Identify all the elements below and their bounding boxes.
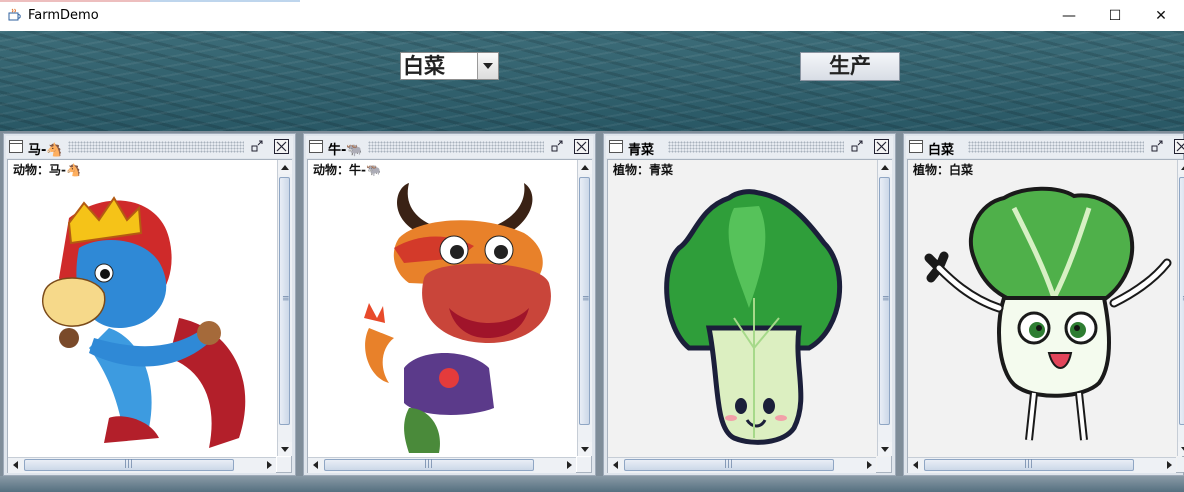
frame-label: 动物：马-🐴 [13,163,81,177]
scroll-left-icon[interactable] [608,458,622,472]
scroll-thumb[interactable]: ||| [324,459,534,471]
crop-select-value: 白菜 [403,54,445,78]
frame-close-icon[interactable] [274,139,289,154]
scroll-up-icon[interactable] [878,160,892,174]
scroll-up-icon[interactable] [278,160,292,174]
internal-frame-bull[interactable]: 牛-🐃 动物：牛-🐃 ≡ ||| [303,133,596,476]
frame-icon [909,140,923,153]
scroll-thumb[interactable]: ||| [24,459,234,471]
scroll-left-icon[interactable] [308,458,322,472]
scroll-down-icon[interactable] [1178,442,1184,456]
frame-titlebar[interactable]: 马-🐴 [6,136,293,158]
bull-cartoon-image [364,183,551,453]
internal-frame-bokchoy[interactable]: 青菜 植物：青菜 ≡ ||| [603,133,896,476]
horizontal-scrollbar[interactable]: ||| [908,457,1176,473]
scroll-right-icon[interactable] [262,458,276,472]
window-titlebar: FarmDemo — ☐ ✕ [0,0,1184,31]
frame-close-icon[interactable] [874,139,889,154]
frame-icon [609,140,623,153]
window-title: FarmDemo [28,8,99,23]
scroll-right-icon[interactable] [862,458,876,472]
vertical-scrollbar[interactable]: ≡ [1177,160,1184,456]
horse-cartoon-image [42,196,246,448]
image-viewport [9,178,275,458]
frame-content: 植物：青菜 ≡ ||| [607,159,892,473]
produce-button[interactable]: 生产 [800,52,900,81]
scroll-thumb[interactable]: ≡ [879,177,890,425]
image-viewport [309,178,575,458]
ocean-background-bottom [0,476,1184,492]
frame-content: 动物：马-🐴 ≡ ||| [7,159,292,473]
scroll-corner [277,457,291,472]
frame-title: 马-🐴 [28,139,67,158]
frame-content: 植物：白菜 ≡ ||| [907,159,1184,473]
crop-select[interactable]: 白菜 [400,52,499,80]
horizontal-scrollbar[interactable]: ||| [8,457,276,473]
titlebar-grip [968,141,1144,153]
frame-content: 动物：牛-🐃 ≡ ||| [307,159,592,473]
scroll-corner [1177,457,1184,472]
vertical-scrollbar[interactable]: ≡ [877,160,892,456]
frame-icon [9,140,23,153]
chevron-down-icon[interactable] [477,53,498,79]
scroll-thumb[interactable]: ≡ [1179,177,1184,425]
scroll-up-icon[interactable] [1178,160,1184,174]
minimize-button[interactable]: — [1046,0,1092,31]
scroll-left-icon[interactable] [908,458,922,472]
scroll-thumb[interactable]: ≡ [579,177,590,425]
frame-title: 青菜 [628,139,659,158]
scroll-down-icon[interactable] [278,442,292,456]
frame-close-icon[interactable] [574,139,589,154]
image-viewport [909,178,1175,458]
vertical-scrollbar[interactable]: ≡ [277,160,292,456]
close-button[interactable]: ✕ [1138,0,1184,31]
java-app-icon [8,8,21,21]
vertical-scrollbar[interactable]: ≡ [577,160,592,456]
scroll-corner [877,457,891,472]
scroll-corner [577,457,591,472]
frame-close-icon[interactable] [1174,139,1184,154]
scroll-down-icon[interactable] [578,442,592,456]
frame-title: 牛-🐃 [328,139,367,158]
frame-label: 植物：白菜 [913,163,974,177]
iconify-icon[interactable] [1149,139,1164,154]
iconify-icon[interactable] [549,139,564,154]
scroll-right-icon[interactable] [1162,458,1176,472]
taskbar-accent [0,0,300,2]
frame-titlebar[interactable]: 青菜 [606,136,893,158]
internal-frame-cabbage[interactable]: 白菜 植物：白菜 ≡ [903,133,1184,476]
napa-cabbage-cartoon-image [924,186,1172,441]
horizontal-scrollbar[interactable]: ||| [308,457,576,473]
frame-titlebar[interactable]: 牛-🐃 [306,136,593,158]
scroll-left-icon[interactable] [8,458,22,472]
scroll-down-icon[interactable] [878,442,892,456]
image-viewport [609,178,875,458]
titlebar-grip [68,141,244,153]
scroll-right-icon[interactable] [562,458,576,472]
iconify-icon[interactable] [849,139,864,154]
maximize-button[interactable]: ☐ [1092,0,1138,31]
internal-frame-horse[interactable]: 马-🐴 动物：马-🐴 ≡ ||| [3,133,296,476]
frame-icon [309,140,323,153]
iconify-icon[interactable] [249,139,264,154]
titlebar-grip [368,141,544,153]
frame-label: 动物：牛-🐃 [313,163,381,177]
scroll-thumb[interactable]: ||| [924,459,1134,471]
horizontal-scrollbar[interactable]: ||| [608,457,876,473]
frame-title: 白菜 [928,139,959,158]
bok-choy-cartoon-image [664,189,843,445]
frame-label: 植物：青菜 [613,163,674,177]
scroll-up-icon[interactable] [578,160,592,174]
scroll-thumb[interactable]: ≡ [279,177,290,425]
frame-titlebar[interactable]: 白菜 [906,136,1184,158]
titlebar-grip [668,141,844,153]
scroll-thumb[interactable]: ||| [624,459,834,471]
